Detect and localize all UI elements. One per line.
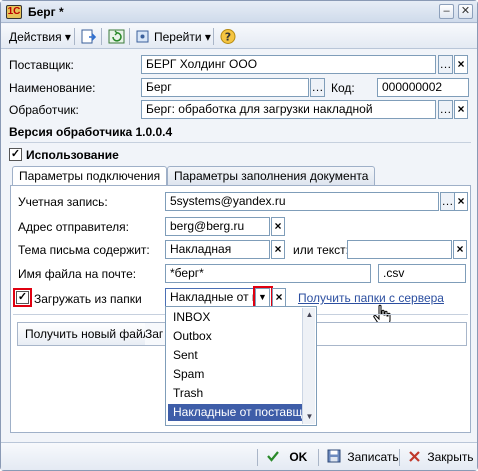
or-text-field[interactable]: [347, 240, 452, 259]
save-button[interactable]: Записать: [327, 448, 399, 466]
svg-text:?: ?: [225, 31, 231, 44]
sender-clear-button[interactable]: ×: [271, 217, 285, 236]
actions-menu-label: Действия: [9, 30, 62, 44]
sender-field[interactable]: berg@berg.ru: [165, 217, 270, 236]
name-label: Наименование:: [9, 81, 96, 95]
code-label: Код:: [331, 81, 355, 95]
checkmark-icon: [267, 451, 279, 462]
subject-field[interactable]: Накладная: [165, 240, 270, 259]
sender-label: Адрес отправителя:: [18, 220, 129, 234]
help-icon[interactable]: ?: [219, 28, 237, 45]
folder-option[interactable]: Spam: [168, 366, 302, 383]
name-edit-button[interactable]: …: [310, 78, 325, 97]
folder-option[interactable]: Sent: [168, 347, 302, 364]
window: 1C Берг * – ✕ Действия ▾ Перейти ▾ ? Пос…: [0, 0, 478, 471]
goto-icon: [136, 30, 149, 43]
handler-version-text: Версия обработчика 1.0.0.4: [9, 125, 173, 139]
footer-separator: [399, 449, 400, 466]
scroll-up-icon[interactable]: ▲: [304, 309, 315, 321]
supplier-clear-button[interactable]: ×: [454, 55, 468, 74]
account-select-button[interactable]: …: [440, 192, 455, 211]
subject-clear-button[interactable]: ×: [271, 240, 285, 259]
tab-document-fill-params[interactable]: Параметры заполнения документа: [167, 166, 376, 186]
or-text-clear-button[interactable]: ×: [453, 240, 467, 259]
folder-option[interactable]: Trash: [168, 385, 302, 402]
scroll-down-icon[interactable]: ▼: [304, 411, 315, 423]
code-field[interactable]: 000000002: [377, 78, 469, 97]
load-button-partial[interactable]: Заг: [145, 322, 165, 346]
app-logo-icon: 1C: [6, 5, 22, 19]
toolbar-separator: [213, 28, 214, 45]
filename-label: Имя файла на почте:: [18, 267, 137, 281]
post-document-icon[interactable]: [80, 28, 98, 45]
usage-checkbox[interactable]: ✓: [9, 148, 22, 161]
account-field[interactable]: 5systems@yandex.ru: [165, 192, 439, 211]
filename-field[interactable]: *берг*: [165, 264, 371, 283]
ok-button[interactable]: OK: [266, 448, 307, 466]
tab-connection-params[interactable]: Параметры подключения: [12, 166, 168, 187]
name-field[interactable]: Берг: [141, 78, 309, 97]
title-bar: 1C Берг * – ✕: [1, 1, 477, 23]
file-extension-field[interactable]: .csv: [378, 264, 466, 283]
get-new-file-button[interactable]: Получить новый файл: [17, 322, 162, 346]
usage-label: Использование: [26, 148, 119, 162]
save-label: Записать: [347, 450, 399, 464]
toolbar-separator: [129, 28, 130, 45]
ok-label: OK: [289, 450, 308, 464]
account-clear-button[interactable]: ×: [454, 192, 468, 211]
dropdown-scrollbar[interactable]: ▲ ▼: [302, 308, 315, 424]
account-label: Учетная запись:: [18, 195, 108, 209]
toolbar: Действия ▾ Перейти ▾ ?: [1, 24, 477, 49]
close-label: Закрыть: [427, 450, 474, 464]
goto-menu-button[interactable]: Перейти ▾: [154, 28, 211, 46]
folder-dropdown-list[interactable]: INBOX Outbox Sent Spam Trash Накладные о…: [165, 306, 317, 426]
handler-select-button[interactable]: …: [438, 100, 453, 119]
supplier-field[interactable]: БЕРГ Холдинг ООО: [141, 55, 436, 74]
bottom-bar: OK Записать Закрыть: [1, 442, 477, 470]
folder-option-selected[interactable]: Накладные от поставщ...: [168, 404, 302, 421]
close-x-icon: [409, 451, 420, 462]
folder-option[interactable]: INBOX: [168, 309, 302, 326]
goto-menu-label: Перейти: [154, 30, 202, 44]
folder-option[interactable]: Outbox: [168, 328, 302, 345]
folder-select-field[interactable]: Накладные от поставщ...: [165, 288, 254, 307]
handler-field[interactable]: Берг: обработка для загрузки накладной: [141, 100, 436, 119]
save-disk-icon: [327, 449, 341, 463]
actions-menu-button[interactable]: Действия ▾: [9, 28, 71, 46]
load-from-folder-label: Загружать из папки: [34, 292, 142, 306]
minimize-icon[interactable]: –: [439, 4, 454, 19]
obscured-button-area: [317, 322, 467, 346]
footer-separator: [257, 449, 258, 466]
footer-separator: [318, 449, 319, 466]
get-folders-link[interactable]: Получить папки с сервера: [298, 291, 444, 305]
section-divider: [10, 142, 471, 143]
handler-clear-button[interactable]: ×: [454, 100, 468, 119]
window-title: Берг *: [28, 5, 64, 19]
toolbar-separator: [101, 28, 102, 45]
refresh-icon[interactable]: [108, 28, 126, 45]
close-button[interactable]: Закрыть: [408, 448, 474, 466]
toolbar-separator: [74, 28, 75, 45]
load-from-folder-checkbox[interactable]: ✓: [16, 291, 29, 304]
handler-label: Обработчик:: [9, 103, 79, 117]
supplier-select-button[interactable]: …: [438, 55, 453, 74]
or-text-label: или текст:: [293, 243, 349, 257]
supplier-label: Поставщик:: [9, 58, 74, 72]
folder-clear-button[interactable]: ×: [272, 288, 286, 307]
subject-label: Тема письма содержит:: [18, 243, 150, 257]
close-icon[interactable]: ✕: [458, 4, 473, 19]
